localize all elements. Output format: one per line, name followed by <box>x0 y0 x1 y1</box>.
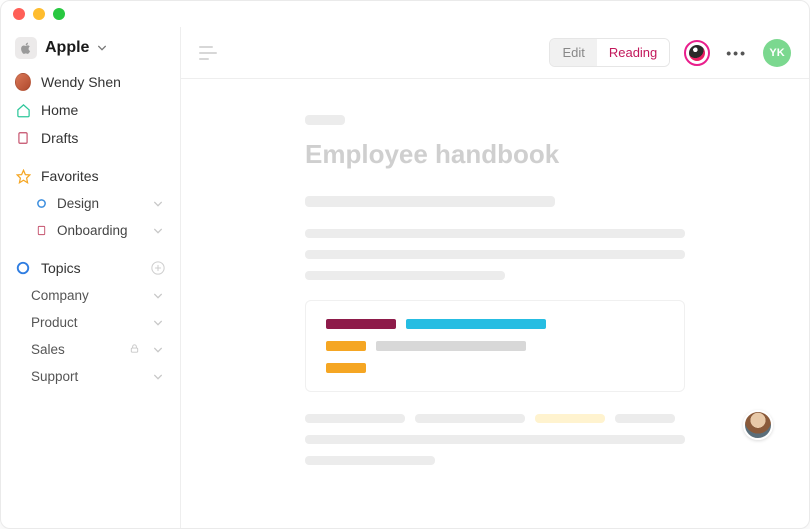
favorite-label: Design <box>57 196 140 211</box>
document-title: Employee handbook <box>305 139 749 170</box>
favorite-item-design[interactable]: Design <box>1 191 180 216</box>
workspace-logo-icon <box>15 37 37 59</box>
topic-item-product[interactable]: Product <box>1 310 180 335</box>
more-menu-button[interactable]: ••• <box>724 45 749 61</box>
topbar: Edit Reading ••• YK <box>181 27 809 79</box>
sidebar-section-favorites[interactable]: Favorites <box>1 163 180 189</box>
add-topic-button[interactable] <box>150 261 166 275</box>
window-zoom-button[interactable] <box>53 8 65 20</box>
text-placeholder <box>615 414 675 423</box>
mode-reading-button[interactable]: Reading <box>597 39 669 66</box>
workspace-switcher[interactable]: Apple <box>1 33 180 67</box>
nav-label: Drafts <box>41 130 166 146</box>
chevron-down-icon[interactable] <box>150 226 166 236</box>
callout-row <box>326 363 664 373</box>
favorite-item-onboarding[interactable]: Onboarding <box>1 218 180 243</box>
lock-icon <box>129 342 140 357</box>
callout-block <box>305 300 685 392</box>
text-placeholder <box>415 414 525 423</box>
sidebar-item-home[interactable]: Home <box>1 97 180 123</box>
topic-item-sales[interactable]: Sales <box>1 337 180 362</box>
text-placeholder <box>305 456 435 465</box>
highlighted-text <box>535 414 605 423</box>
doc-icon <box>35 225 47 237</box>
comment-avatar[interactable] <box>743 410 773 440</box>
topic-label: Sales <box>31 342 117 357</box>
circle-icon <box>15 260 31 276</box>
document-body: Employee handbook <box>181 79 809 528</box>
highlight-bar <box>406 319 546 329</box>
window-minimize-button[interactable] <box>33 8 45 20</box>
home-icon <box>15 102 31 118</box>
text-placeholder <box>305 271 505 280</box>
sidebar-section-topics[interactable]: Topics <box>1 255 180 281</box>
chevron-down-icon[interactable] <box>150 291 166 301</box>
sidebar-item-drafts[interactable]: Drafts <box>1 125 180 151</box>
nav-label: Home <box>41 102 166 118</box>
chevron-down-icon[interactable] <box>150 345 166 355</box>
drafts-icon <box>15 130 31 146</box>
commented-paragraph <box>305 414 749 465</box>
user-name: Wendy Shen <box>41 74 166 90</box>
text-placeholder <box>376 341 526 351</box>
highlight-bar <box>326 363 366 373</box>
topic-item-company[interactable]: Company <box>1 283 180 308</box>
app-body: Apple Wendy Shen Home Drafts <box>1 27 809 528</box>
workspace-name: Apple <box>45 39 89 57</box>
nav-label: Topics <box>41 260 140 276</box>
topic-label: Support <box>31 369 140 384</box>
text-placeholder <box>305 435 685 444</box>
mode-edit-button[interactable]: Edit <box>550 39 596 66</box>
sidebar: Apple Wendy Shen Home Drafts <box>1 27 181 528</box>
app-window: Apple Wendy Shen Home Drafts <box>0 0 810 529</box>
sidebar-user[interactable]: Wendy Shen <box>1 69 180 95</box>
callout-row <box>326 319 664 329</box>
star-icon <box>15 168 31 184</box>
highlight-bar <box>326 341 366 351</box>
topic-label: Product <box>31 315 140 330</box>
highlight-bar <box>326 319 396 329</box>
outline-toggle-icon[interactable] <box>199 46 217 60</box>
text-placeholder <box>305 229 685 238</box>
window-titlebar <box>1 1 809 27</box>
topic-item-support[interactable]: Support <box>1 364 180 389</box>
text-placeholder <box>305 196 555 207</box>
user-avatar-icon <box>15 74 31 90</box>
main-panel: Edit Reading ••• YK Employee handbook <box>181 27 809 528</box>
text-placeholder <box>305 250 685 259</box>
circle-icon <box>35 198 47 210</box>
favorite-label: Onboarding <box>57 223 140 238</box>
doc-chip-placeholder <box>305 115 345 125</box>
view-mode-toggle: Edit Reading <box>549 38 670 67</box>
topic-label: Company <box>31 288 140 303</box>
chevron-down-icon[interactable] <box>150 372 166 382</box>
text-placeholder <box>305 414 405 423</box>
window-close-button[interactable] <box>13 8 25 20</box>
chevron-down-icon <box>97 40 107 56</box>
viewer-badge[interactable]: YK <box>763 39 791 67</box>
presence-avatar[interactable] <box>684 40 710 66</box>
chevron-down-icon[interactable] <box>150 199 166 209</box>
nav-label: Favorites <box>41 168 166 184</box>
chevron-down-icon[interactable] <box>150 318 166 328</box>
callout-row <box>326 341 664 351</box>
